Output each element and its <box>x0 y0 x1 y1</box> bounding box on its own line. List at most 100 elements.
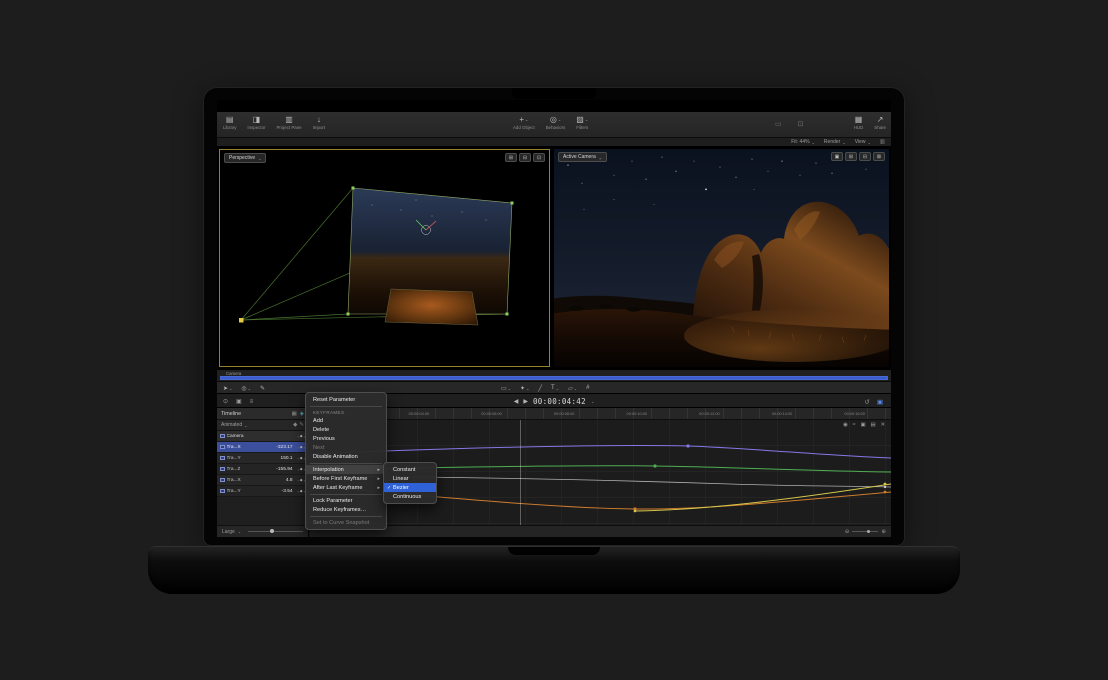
activation-checkbox[interactable] <box>220 467 225 472</box>
keyframe-icon[interactable]: ◆ <box>300 478 303 482</box>
keyframe-point[interactable] <box>634 510 637 513</box>
param-row-position-z[interactable]: Tra...Z -155.94 ‹ ◆ › <box>217 464 308 475</box>
param-row-position-y[interactable]: Tra...Y 150.1 ‹ ◆ › <box>217 453 308 464</box>
render-menu[interactable]: Render ⌄ <box>824 139 846 145</box>
activation-checkbox[interactable] <box>220 434 225 439</box>
full-screen-icon[interactable]: ⊡ <box>798 120 804 128</box>
keyframe-point[interactable] <box>884 486 886 488</box>
timeline-view-icon[interactable]: ▦ <box>292 411 297 417</box>
pen-tool-button[interactable]: ✎ <box>260 385 265 392</box>
star-tool-button[interactable]: ✦⌄ <box>520 385 529 392</box>
camera-origin-handle[interactable] <box>239 318 244 323</box>
chevron-down-icon[interactable]: ⌄ <box>244 423 247 428</box>
select-tool-button[interactable]: ➤⌄ <box>223 385 232 392</box>
menu-item-after-last-keyframe[interactable]: After Last Keyframe ▸ <box>306 483 386 492</box>
keyframe-point[interactable] <box>884 483 887 486</box>
previous-keyframe-button[interactable]: ‹ <box>298 478 299 483</box>
keyframe-point[interactable] <box>686 444 689 447</box>
inspector-button[interactable]: ◨ Inspector <box>247 115 265 130</box>
keyframe-editor-icon[interactable]: ◈ <box>300 411 304 417</box>
viewport-tool-icon[interactable]: ▣ <box>831 152 843 161</box>
play-button[interactable]: ▶ <box>523 398 528 405</box>
corner-handle[interactable] <box>352 187 355 190</box>
perspective-3d-scene[interactable] <box>220 150 549 366</box>
zoom-out-icon[interactable]: ⊖ <box>845 529 850 535</box>
activation-checkbox[interactable] <box>220 456 225 461</box>
behaviors-button[interactable]: ◎⌄ Behaviors <box>546 115 566 130</box>
library-button[interactable]: ▤ Library <box>223 115 236 130</box>
menu-item-reset-parameter[interactable]: Reset Parameter <box>306 395 386 404</box>
previous-keyframe-button[interactable]: ‹ <box>298 489 299 494</box>
import-button[interactable]: ↓ Import <box>313 115 325 130</box>
previous-frame-button[interactable]: ◀ <box>514 398 519 405</box>
keyframe-icon[interactable]: ◆ <box>300 434 303 438</box>
menu-item-add[interactable]: Add <box>306 416 386 425</box>
submenu-item-bezier[interactable]: ✓ Bezier <box>384 483 436 492</box>
submenu-item-linear[interactable]: Linear <box>384 474 436 483</box>
activation-checkbox[interactable] <box>220 445 225 450</box>
view-menu[interactable]: View ⌄ <box>855 139 871 145</box>
param-row-rotation-y[interactable]: Tra...Y -3.54 ‹ ◆ › <box>217 486 308 497</box>
zoom-tool-icon[interactable]: ⊙ <box>223 398 228 405</box>
fit-zoom-control[interactable]: Fit: 44% ⌄ <box>791 139 815 145</box>
line-tool-button[interactable]: ╱ <box>538 385 542 392</box>
view-layout-icon[interactable]: ▥ <box>880 139 885 145</box>
playhead[interactable] <box>520 420 521 525</box>
text-tool-button[interactable]: T⌄ <box>551 385 559 391</box>
layer-row-camera[interactable]: Camera ‹ ◆ › <box>217 431 308 442</box>
pan-tool-icon[interactable]: ▣ <box>236 398 242 405</box>
submenu-item-continuous[interactable]: Continuous <box>384 492 436 501</box>
submenu-item-constant[interactable]: Constant <box>384 465 436 474</box>
keyframe-point[interactable] <box>884 491 887 494</box>
keyframe-icon[interactable]: ◆ <box>300 445 303 449</box>
adjust-tool-button[interactable]: ◎⌄ <box>241 385 251 392</box>
record-animation-button[interactable]: ▣ <box>877 398 883 406</box>
animated-filter-select[interactable]: Animated <box>221 422 242 428</box>
previous-keyframe-button[interactable]: ‹ <box>298 467 299 472</box>
eye-icon[interactable]: ◉ <box>843 422 848 428</box>
activation-checkbox[interactable] <box>220 489 225 494</box>
viewport-tool-icon[interactable]: ⊟ <box>859 152 871 161</box>
keyframe-point[interactable] <box>653 464 656 467</box>
param-row-position-x[interactable]: Tra...X -323.17 ‹ ◆ › <box>217 442 308 453</box>
viewport-tool-icon[interactable]: ⊟ <box>519 153 531 162</box>
menu-item-delete[interactable]: Delete <box>306 425 386 434</box>
previous-keyframe-button[interactable]: ‹ <box>298 434 299 439</box>
loop-button[interactable]: ↺ <box>864 398 869 406</box>
shape-tool-button[interactable]: ▱⌄ <box>568 385 577 392</box>
row-size-slider[interactable] <box>248 531 303 532</box>
viewport-tool-icon[interactable]: ⊞ <box>845 152 857 161</box>
editor-zoom-slider[interactable] <box>852 531 878 532</box>
activation-checkbox[interactable] <box>220 478 225 483</box>
previous-keyframe-button[interactable]: ‹ <box>298 445 299 450</box>
curves-icon[interactable]: ≈ <box>853 422 856 428</box>
ground-plane-image[interactable] <box>385 289 478 325</box>
clear-icon[interactable]: ✕ <box>881 422 885 428</box>
viewport-tool-icon[interactable]: ⊠ <box>873 152 885 161</box>
viewport-camera-select[interactable]: Perspective ⌄ <box>224 153 266 163</box>
filters-button[interactable]: ▨⌄ Filters <box>576 115 588 130</box>
keyframe-icon[interactable]: ◆ <box>300 467 303 471</box>
curve-position-x[interactable] <box>310 445 891 458</box>
share-button[interactable]: ↗ Share <box>874 115 886 130</box>
param-row-rotation-x[interactable]: Tra...X 4.8 ‹ ◆ › <box>217 475 308 486</box>
perspective-viewport[interactable]: Perspective ⌄ ⊞ ⊟ ⊡ <box>219 149 550 367</box>
corner-handle[interactable] <box>511 202 514 205</box>
corner-handle[interactable] <box>506 313 509 316</box>
corner-handle[interactable] <box>347 313 350 316</box>
curve-rotation-y[interactable] <box>635 484 891 511</box>
menu-item-previous[interactable]: Previous <box>306 434 386 443</box>
menu-item-interpolation[interactable]: Interpolation ▸ <box>306 465 386 474</box>
row-size-select[interactable]: Large <box>222 529 235 535</box>
hud-button[interactable]: ▦ HUD <box>854 115 864 130</box>
timeline-ruler[interactable]: 00:00:02:00 00:00:04:00 00:00:06:00 00:0… <box>310 408 891 420</box>
zoom-in-icon[interactable]: ⊕ <box>881 529 886 535</box>
menu-item-reduce-keyframes[interactable]: Reduce Keyframes… <box>306 505 386 514</box>
grid-tool-button[interactable]: # <box>586 385 589 391</box>
rectangle-tool-button[interactable]: ▭⌄ <box>501 385 511 392</box>
keyframe-icon[interactable]: ◆ <box>300 456 303 460</box>
timecode-display[interactable]: 00:00:04:42 <box>533 397 586 406</box>
viewport-tool-icon[interactable]: ⊡ <box>533 153 545 162</box>
menu-item-before-first-keyframe[interactable]: Before First Keyframe ▸ <box>306 474 386 483</box>
viewport-tool-icon[interactable]: ⊞ <box>505 153 517 162</box>
